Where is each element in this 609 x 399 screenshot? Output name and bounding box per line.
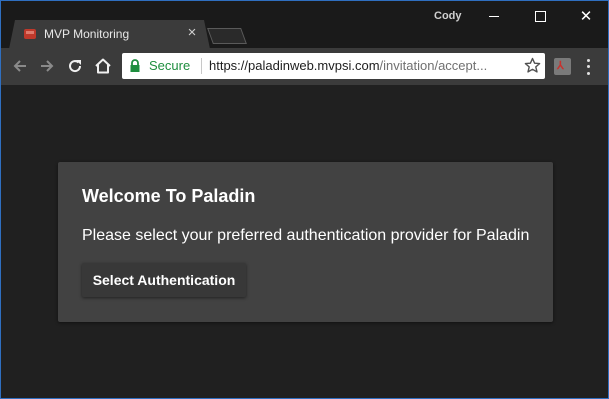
auth-instructions: Please select your preferred authenticat… [82,227,530,244]
maximize-icon [534,11,546,22]
back-button[interactable] [9,55,31,77]
pdf-extension-icon[interactable]: ⅄ [554,58,571,75]
window-titlebar: MVP Monitoring × Cody ✕ [0,0,609,49]
secure-label: Secure [149,58,191,73]
browser-toolbar: Secure https://paladinweb.mvpsi.com/invi… [0,48,609,85]
browser-tab[interactable]: MVP Monitoring × [9,20,210,49]
forward-button[interactable] [36,55,58,77]
profile-name[interactable]: Cody [434,10,462,22]
close-window-button[interactable]: ✕ [563,1,609,32]
back-arrow-icon [13,60,26,72]
address-bar[interactable]: Secure https://paladinweb.mvpsi.com/invi… [122,53,545,79]
maximize-button[interactable] [517,1,563,32]
url-text[interactable]: https://paladinweb.mvpsi.com/invitation/… [209,58,487,73]
reload-icon [69,60,82,73]
minimize-button[interactable] [471,1,517,32]
menu-dots-icon[interactable] [584,57,592,77]
lock-icon [130,59,140,72]
welcome-card: Welcome To Paladin Please select your pr… [58,162,553,322]
close-icon: ✕ [579,8,593,25]
tab-close-icon[interactable]: × [185,25,199,41]
reload-button[interactable] [64,55,86,77]
bookmark-star-icon[interactable] [524,57,541,74]
tab-title: MVP Monitoring [44,27,130,41]
home-button[interactable] [92,55,114,77]
select-authentication-button[interactable]: Select Authentication [82,263,246,297]
minimize-icon [489,16,499,17]
url-host: https://paladinweb.mvpsi.com [209,58,380,73]
page-title: Welcome To Paladin [82,186,256,206]
new-tab-button[interactable] [207,28,247,44]
forward-arrow-icon [41,60,54,72]
omnibox-divider [201,58,202,74]
url-path: /invitation/accept... [379,58,488,73]
home-icon [95,58,111,74]
page-viewport: Welcome To Paladin Please select your pr… [0,85,609,399]
app-favicon-icon [24,29,36,39]
